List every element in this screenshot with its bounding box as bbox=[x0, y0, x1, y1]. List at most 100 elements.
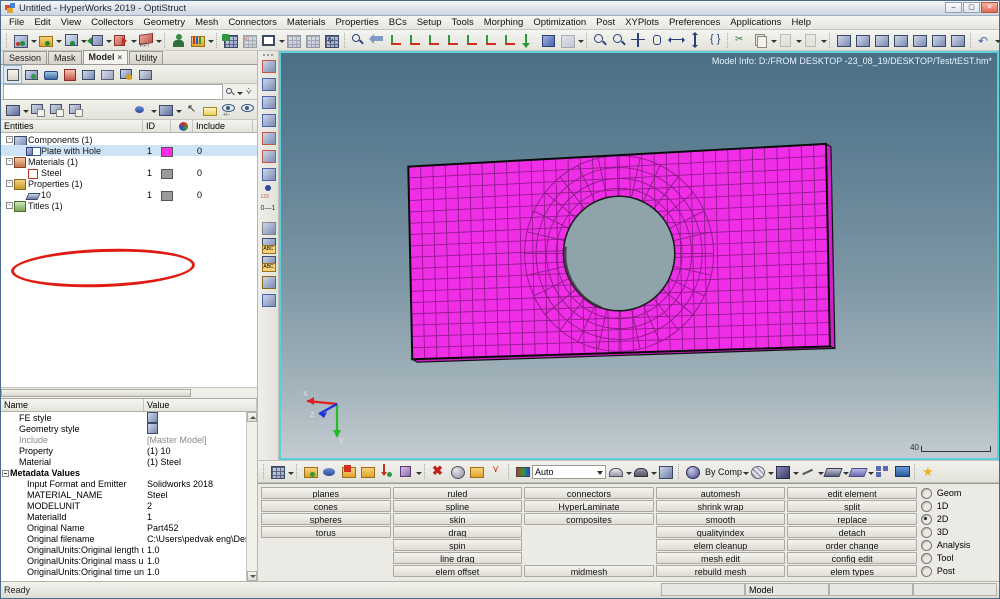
entity-row-value[interactable]: Steel bbox=[144, 490, 257, 500]
four-window-icon[interactable] bbox=[304, 32, 321, 49]
entity-editor-row[interactable]: Original Name Part452 bbox=[1, 522, 257, 533]
chevron-down-icon[interactable] bbox=[597, 470, 603, 475]
menu-item-view[interactable]: View bbox=[56, 17, 86, 29]
browser-tab-utility[interactable]: Utility bbox=[129, 51, 164, 64]
sync-views-icon[interactable]: ↻ bbox=[323, 32, 340, 49]
minimize-button[interactable]: – bbox=[945, 2, 962, 13]
collapse-all-icon[interactable]: ⩒ bbox=[243, 83, 254, 100]
tree-col-include[interactable]: Include bbox=[193, 120, 253, 132]
contour-icon[interactable] bbox=[260, 291, 277, 308]
panel-button-line-drag[interactable]: line drag bbox=[392, 552, 523, 564]
sets-view-icon[interactable] bbox=[80, 66, 97, 83]
entity-editor-row[interactable]: Include [Master Model] bbox=[1, 434, 257, 445]
graphics-viewport[interactable]: Model Info: D:/FROM DESKTOP -23_08_19/DE… bbox=[279, 51, 999, 460]
tree-col-entities[interactable]: Entities bbox=[1, 120, 143, 132]
hidden-line-icon[interactable] bbox=[260, 111, 277, 128]
single-window-icon[interactable] bbox=[260, 32, 277, 49]
paste-dropdown-arrow[interactable] bbox=[795, 32, 802, 48]
panel-button-drag[interactable]: drag bbox=[392, 526, 523, 538]
entity-row-value[interactable]: (1) Steel bbox=[144, 457, 257, 467]
close-button[interactable]: ✕ bbox=[981, 2, 998, 13]
menu-item-setup[interactable]: Setup bbox=[412, 17, 447, 29]
undo-icon[interactable]: ↶ bbox=[976, 32, 993, 49]
mesh-lines-icon[interactable] bbox=[749, 463, 766, 480]
two-window-icon[interactable] bbox=[285, 32, 302, 49]
load-userpage-icon[interactable] bbox=[189, 32, 206, 49]
entity-editor-body[interactable]: FE style Geometry style Include [Master Mod… bbox=[1, 412, 257, 581]
isolate-icon[interactable] bbox=[201, 101, 218, 118]
color-icon[interactable] bbox=[132, 101, 149, 118]
entity-row-value[interactable]: Solidworks 2018 bbox=[144, 479, 257, 489]
menu-item-materials[interactable]: Materials bbox=[282, 17, 331, 29]
close-icon[interactable]: × bbox=[118, 53, 123, 62]
solid-shade-icon[interactable] bbox=[774, 463, 791, 480]
paste-special-dropdown-arrow[interactable] bbox=[820, 32, 827, 48]
new-session-dropdown-arrow[interactable] bbox=[30, 32, 37, 48]
panel-button-connectors[interactable]: connectors bbox=[524, 487, 654, 499]
panel-radio-1d[interactable]: 1D bbox=[920, 500, 997, 512]
menu-item-optimization[interactable]: Optimization bbox=[528, 17, 591, 29]
model-view-icon[interactable] bbox=[3, 64, 22, 84]
maximize-button[interactable]: ▢ bbox=[963, 2, 980, 13]
panel-button-spin[interactable]: spin bbox=[392, 539, 523, 551]
copy-dropdown-arrow[interactable] bbox=[770, 32, 777, 48]
shrink-dropdown-arrow[interactable] bbox=[842, 464, 850, 480]
component-icon[interactable] bbox=[157, 101, 174, 118]
menu-item-applications[interactable]: Applications bbox=[725, 17, 786, 29]
open-model-icon[interactable] bbox=[37, 32, 54, 49]
panel-button-elem-offset[interactable]: elem offset bbox=[392, 565, 523, 577]
panel-button-automesh[interactable]: automesh bbox=[655, 487, 786, 499]
shaded-geometry-icon[interactable] bbox=[260, 129, 277, 146]
entity-editor-row[interactable]: MaterialId 1 bbox=[1, 511, 257, 522]
filter-dropdown-icon[interactable] bbox=[236, 84, 243, 100]
delete-window-icon[interactable]: ✕ bbox=[241, 32, 258, 49]
radio-button-icon[interactable] bbox=[920, 526, 932, 538]
scrollbar-thumb[interactable] bbox=[1, 389, 191, 397]
panel-radio-post[interactable]: Post bbox=[920, 565, 997, 577]
entity-editor-row[interactable]: Metadata Values bbox=[1, 467, 257, 478]
element-numbers-icon[interactable]: 0—1 bbox=[260, 201, 277, 218]
translate-icon[interactable] bbox=[378, 463, 395, 480]
line-dropdown-arrow[interactable] bbox=[817, 464, 825, 480]
panel-button-rebuild-mesh[interactable]: rebuild mesh bbox=[655, 565, 786, 577]
rotate-view-icon[interactable] bbox=[521, 32, 538, 49]
panel-button-elem-types[interactable]: elem types bbox=[787, 565, 917, 577]
panel-button-cones[interactable]: cones bbox=[261, 500, 391, 512]
node-display-icon[interactable]: 123 bbox=[260, 183, 277, 200]
set-view-icon[interactable] bbox=[540, 32, 557, 49]
panel-button-qualityindex[interactable]: qualityindex bbox=[655, 526, 786, 538]
radio-button-icon[interactable] bbox=[920, 487, 932, 499]
show-hide-icon[interactable]: +/− bbox=[220, 101, 237, 118]
solid-icon[interactable] bbox=[632, 463, 649, 480]
search-input[interactable] bbox=[3, 83, 223, 100]
shaded-elements-icon[interactable] bbox=[260, 57, 277, 74]
create-dropdown-arrow[interactable] bbox=[22, 102, 29, 118]
menu-item-tools[interactable]: Tools bbox=[447, 17, 479, 29]
capture-save-icon[interactable] bbox=[835, 32, 852, 49]
element-labels-icon[interactable]: ABC bbox=[260, 255, 277, 272]
tree-row[interactable]: - Materials (1) bbox=[1, 156, 257, 168]
line-icon[interactable] bbox=[799, 463, 816, 480]
panel-button-torus[interactable]: torus bbox=[261, 526, 391, 538]
folder-icon[interactable] bbox=[468, 463, 485, 480]
entity-row-value[interactable]: 2 bbox=[144, 501, 257, 511]
property-view-icon[interactable] bbox=[118, 66, 135, 83]
xy-view-icon[interactable] bbox=[407, 32, 424, 49]
part-view-icon[interactable] bbox=[42, 66, 59, 83]
entity-row-value[interactable]: Part452 bbox=[144, 523, 257, 533]
panel-button-split[interactable]: split bbox=[787, 500, 917, 512]
menu-item-morphing[interactable]: Morphing bbox=[479, 17, 529, 29]
split-view-icon[interactable] bbox=[874, 463, 891, 480]
panel-button-order-change[interactable]: order change bbox=[787, 539, 917, 551]
delete-x-icon[interactable]: ✖ bbox=[430, 463, 447, 480]
import-solver-deck-icon[interactable] bbox=[87, 32, 104, 49]
surface-dropdown-arrow[interactable] bbox=[625, 464, 632, 480]
mesh-display-icon[interactable] bbox=[269, 463, 286, 480]
entity-row-value[interactable]: 1.0 bbox=[144, 556, 257, 566]
reflect-dropdown-arrow[interactable] bbox=[415, 464, 422, 480]
geometry-style-icon[interactable] bbox=[144, 422, 257, 435]
panel-radio-2d[interactable]: 2D bbox=[920, 513, 997, 525]
zoom-window-icon[interactable] bbox=[592, 32, 609, 49]
browser-tab-session[interactable]: Session bbox=[3, 51, 48, 64]
open-model-dropdown-arrow[interactable] bbox=[55, 32, 62, 48]
